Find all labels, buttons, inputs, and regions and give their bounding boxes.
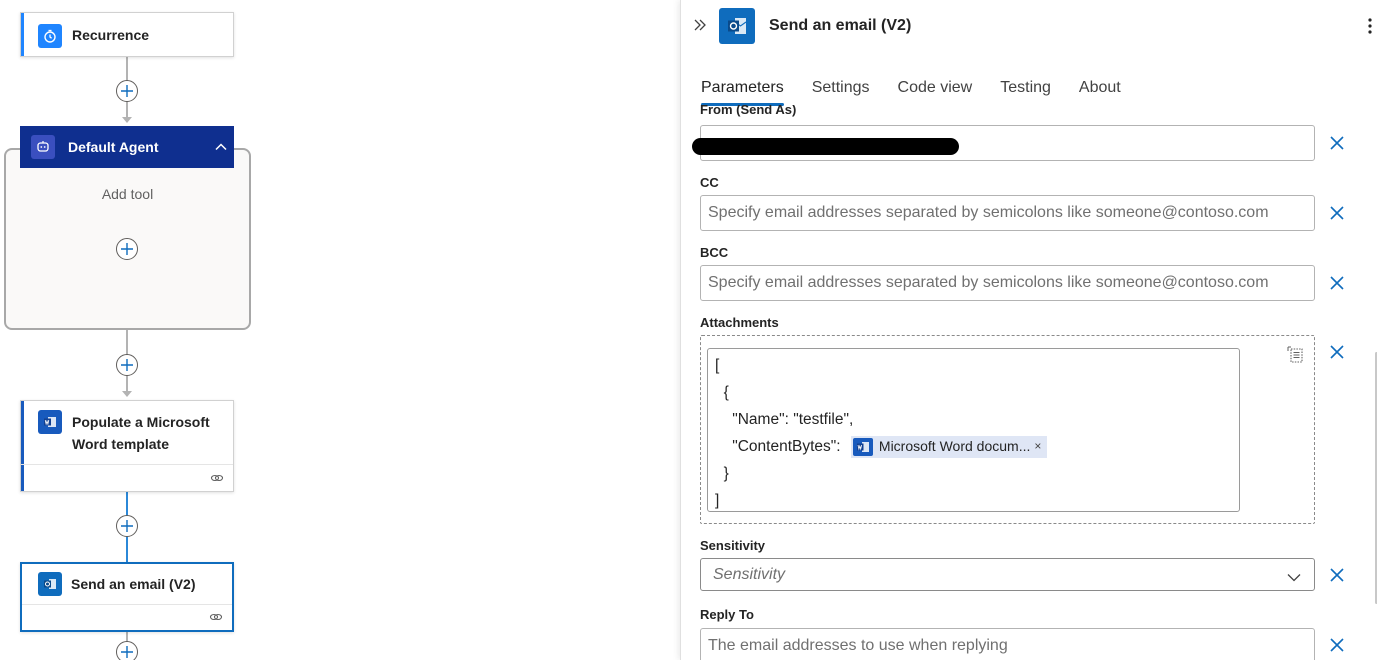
redacted-value	[692, 138, 959, 155]
close-icon	[1330, 638, 1344, 652]
remove-cc-button[interactable]	[1328, 204, 1346, 222]
agent-bot-icon	[31, 135, 55, 159]
cc-label: CC	[700, 175, 719, 190]
action-details-panel: Send an email (V2) Parameters Settings C…	[680, 0, 1377, 660]
tab-settings[interactable]: Settings	[812, 76, 870, 100]
clock-icon	[38, 24, 62, 48]
json-line-content-bytes: "ContentBytes": Microsoft Word docum... …	[715, 433, 1239, 460]
reply-to-label: Reply To	[700, 607, 754, 622]
add-tool-button[interactable]	[116, 238, 138, 260]
plus-icon	[121, 359, 133, 371]
tab-about[interactable]: About	[1079, 76, 1121, 100]
reply-to-input[interactable]: The email addresses to use when replying	[700, 628, 1315, 660]
close-icon	[1330, 206, 1344, 220]
link-icon	[210, 474, 224, 482]
close-icon	[1330, 276, 1344, 290]
connector-arrow	[122, 391, 132, 397]
bcc-input[interactable]: Specify email addresses separated by sem…	[700, 265, 1315, 301]
close-icon	[1330, 345, 1344, 359]
more-options-icon[interactable]	[1366, 16, 1374, 36]
tab-code-view[interactable]: Code view	[898, 76, 973, 100]
chevron-up-icon[interactable]	[214, 140, 228, 154]
add-step-button[interactable]	[116, 641, 138, 660]
close-icon	[1330, 568, 1344, 582]
add-step-button[interactable]	[116, 80, 138, 102]
populate-word-template-card[interactable]: Populate a Microsoft Word template	[20, 400, 234, 492]
outlook-icon	[38, 572, 62, 596]
remove-attachments-button[interactable]	[1328, 343, 1346, 361]
outlook-icon	[719, 8, 755, 44]
json-line: ]	[715, 492, 720, 509]
remove-from-button[interactable]	[1328, 134, 1346, 152]
add-tool-label: Add tool	[101, 186, 154, 202]
add-step-button[interactable]	[116, 515, 138, 537]
plus-icon	[121, 243, 133, 255]
remove-sensitivity-button[interactable]	[1328, 566, 1346, 584]
tab-testing[interactable]: Testing	[1000, 76, 1051, 100]
remove-bcc-button[interactable]	[1328, 274, 1346, 292]
card-title: Send an email (V2)	[71, 576, 196, 592]
json-key: "ContentBytes":	[715, 438, 845, 455]
json-line: "Name": "testfile",	[715, 411, 854, 428]
tab-parameters[interactable]: Parameters	[701, 76, 784, 106]
card-title: Populate a Microsoft Word template	[72, 414, 210, 452]
plus-icon	[121, 85, 133, 97]
plus-icon	[121, 646, 133, 658]
from-label: From (Send As)	[700, 105, 797, 117]
card-title: Recurrence	[72, 27, 150, 43]
flow-canvas: Recurrence Default Agent Add tool Popula…	[0, 0, 680, 660]
token-label: Microsoft Word docum...	[878, 438, 1031, 454]
card-accent	[21, 13, 24, 56]
link-icon	[209, 613, 223, 621]
card-footer	[22, 604, 232, 630]
connector-arrow	[122, 117, 132, 123]
card-footer	[21, 464, 233, 491]
word-icon	[38, 410, 62, 434]
token-remove-button[interactable]: ×	[1034, 433, 1041, 460]
send-email-card[interactable]: Send an email (V2)	[20, 562, 234, 632]
double-chevron-right-icon[interactable]	[693, 18, 707, 32]
recurrence-card[interactable]: Recurrence	[20, 12, 234, 57]
plus-icon	[121, 520, 133, 532]
attachments-label: Attachments	[700, 315, 779, 330]
sensitivity-label: Sensitivity	[700, 538, 766, 553]
chevron-down-icon	[1287, 574, 1301, 582]
bcc-label: BCC	[700, 245, 729, 260]
json-line: {	[715, 384, 729, 401]
sensitivity-dropdown[interactable]: Sensitivity	[700, 558, 1315, 591]
panel-title: Send an email (V2)	[769, 17, 912, 34]
json-line: }	[715, 465, 729, 482]
switch-input-mode-icon[interactable]	[1286, 345, 1306, 365]
attachments-editor[interactable]: [ { "Name": "testfile", "ContentBytes": …	[707, 348, 1240, 512]
dynamic-content-token[interactable]: Microsoft Word docum... ×	[850, 433, 1048, 460]
cc-input[interactable]: Specify email addresses separated by sem…	[700, 195, 1315, 231]
add-step-button[interactable]	[116, 354, 138, 376]
sensitivity-placeholder: Sensitivity	[713, 565, 786, 583]
default-agent-header[interactable]: Default Agent	[20, 126, 234, 168]
remove-reply-to-button[interactable]	[1328, 636, 1346, 654]
agent-title: Default Agent	[68, 139, 159, 155]
json-line: [	[715, 357, 720, 374]
close-icon	[1330, 136, 1344, 150]
word-icon	[852, 437, 873, 456]
